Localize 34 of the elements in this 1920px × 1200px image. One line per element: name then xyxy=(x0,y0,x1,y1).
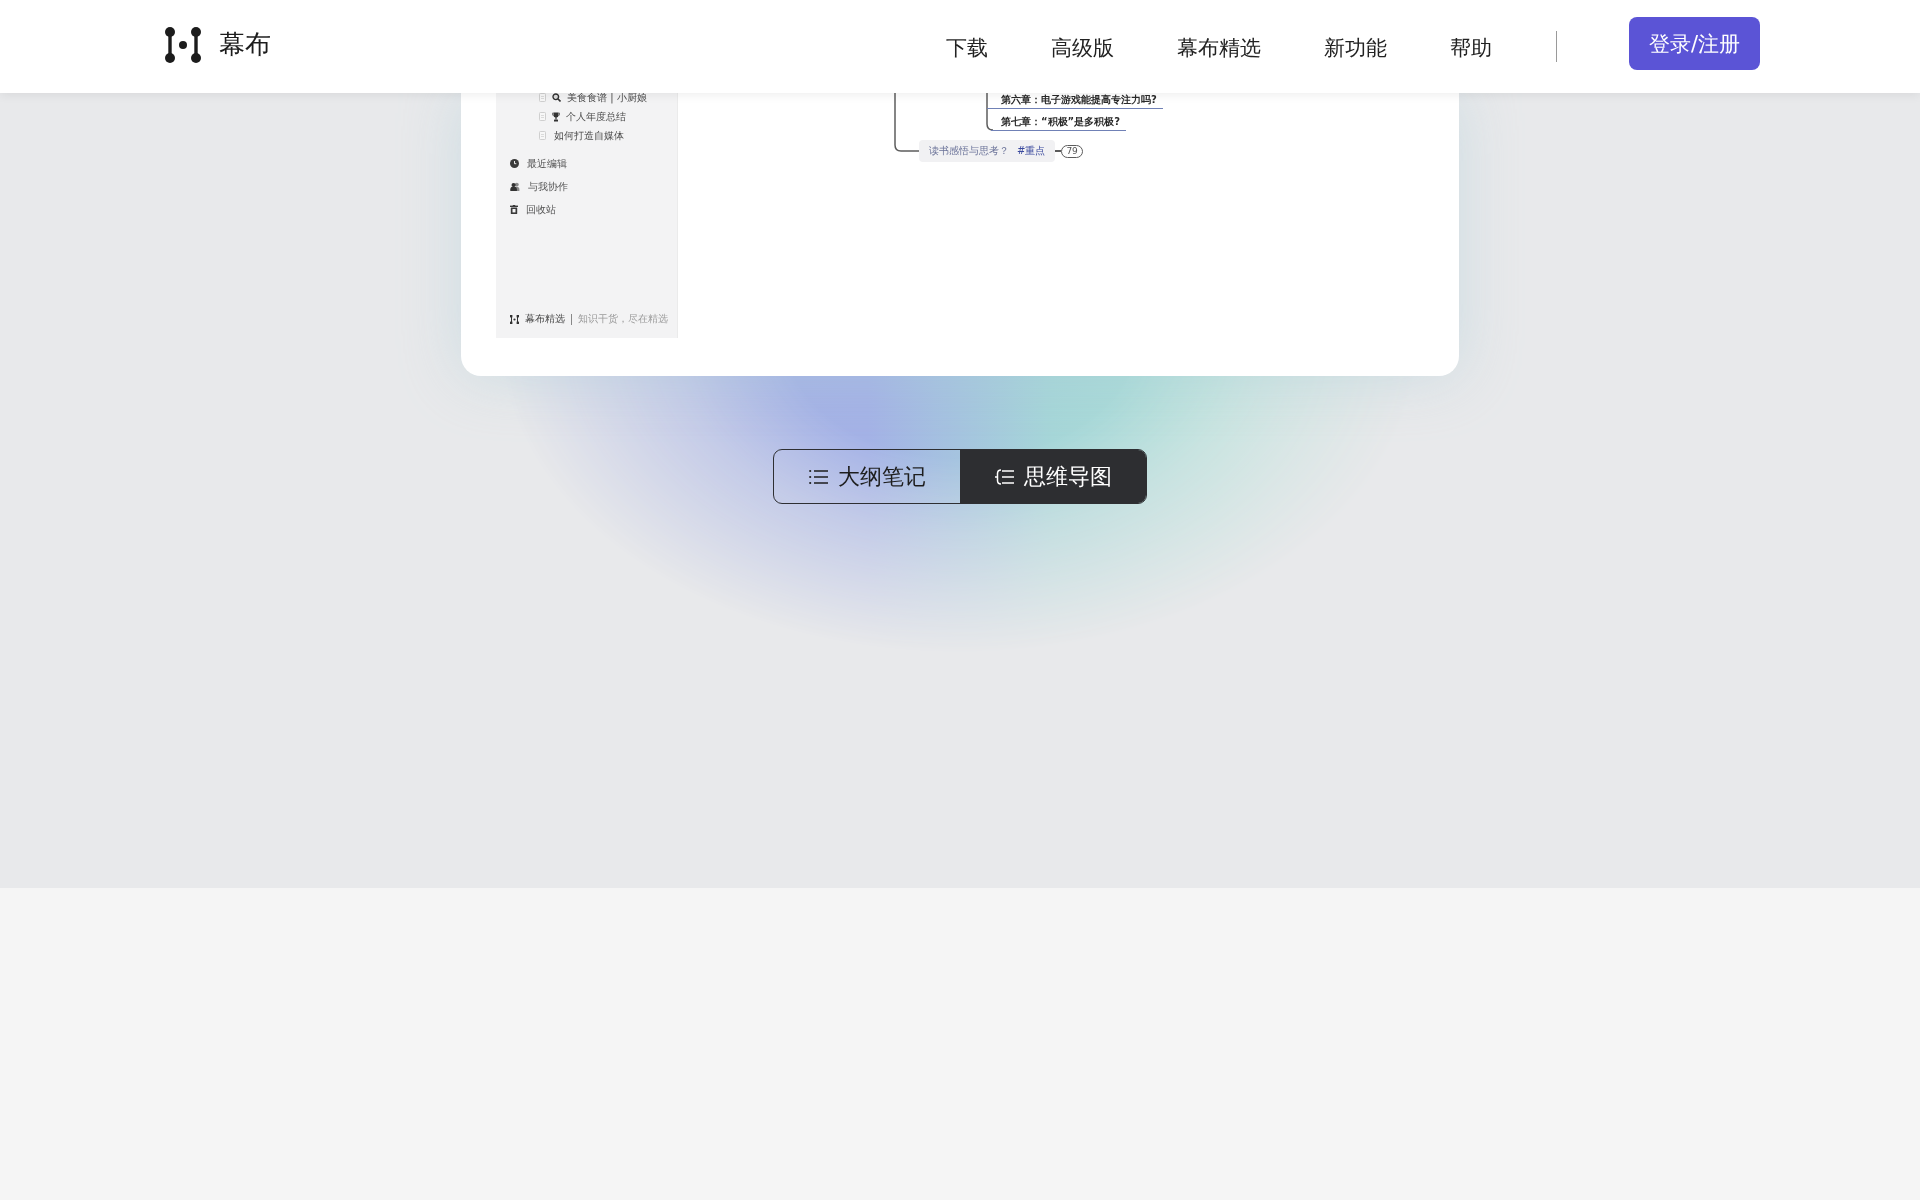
nav-link[interactable]: 高级版 xyxy=(1051,34,1114,62)
slogan-text: 知识干货，尽在精选 xyxy=(578,312,668,326)
featured-link[interactable]: 幕布精选 xyxy=(525,312,565,326)
document-icon xyxy=(539,131,546,140)
mindmap-icon xyxy=(994,468,1014,485)
sidebar-menu-item[interactable]: 与我协作 xyxy=(528,179,568,194)
node-title: 读书感悟与思考？ xyxy=(929,144,1009,158)
trash-icon xyxy=(510,205,518,214)
document-title[interactable]: 个人年度总结 xyxy=(566,109,626,124)
sidebar-menu-item[interactable]: 回收站 xyxy=(526,202,556,217)
nav-link[interactable]: 幕布精选 xyxy=(1177,34,1261,62)
people-icon xyxy=(510,182,520,191)
mindmap-node[interactable]: 第七章：“积极”是多积极? xyxy=(991,115,1126,131)
document-icon xyxy=(539,112,546,121)
logo-icon xyxy=(510,314,519,324)
connector-line xyxy=(894,93,920,152)
brand-name[interactable]: 幕布 xyxy=(219,27,271,62)
trophy-icon xyxy=(552,111,560,122)
magnifier-icon xyxy=(552,93,561,102)
nav-link[interactable]: 下载 xyxy=(946,34,988,62)
view-tab[interactable]: 大纲笔记 xyxy=(774,450,960,503)
logo-icon[interactable] xyxy=(165,26,201,63)
view-tab[interactable]: 思维导图 xyxy=(960,450,1146,503)
login-button[interactable]: 登录/注册 xyxy=(1629,17,1760,70)
sidebar-menu-item[interactable]: 最近编辑 xyxy=(527,156,567,171)
mindmap-node[interactable]: 读书感悟与思考？ #重点 xyxy=(919,140,1056,162)
nav-link[interactable]: 新功能 xyxy=(1324,34,1387,62)
document-title[interactable]: 如何打造自媒体 xyxy=(554,128,624,143)
nav-link[interactable]: 帮助 xyxy=(1450,34,1492,62)
connector-line xyxy=(986,93,994,131)
clock-icon xyxy=(510,159,519,168)
list-icon xyxy=(808,468,828,485)
mindmap-node[interactable]: 第六章：电子游戏能提高专注力吗? xyxy=(987,93,1163,109)
node-tag[interactable]: #重点 xyxy=(1017,144,1046,158)
